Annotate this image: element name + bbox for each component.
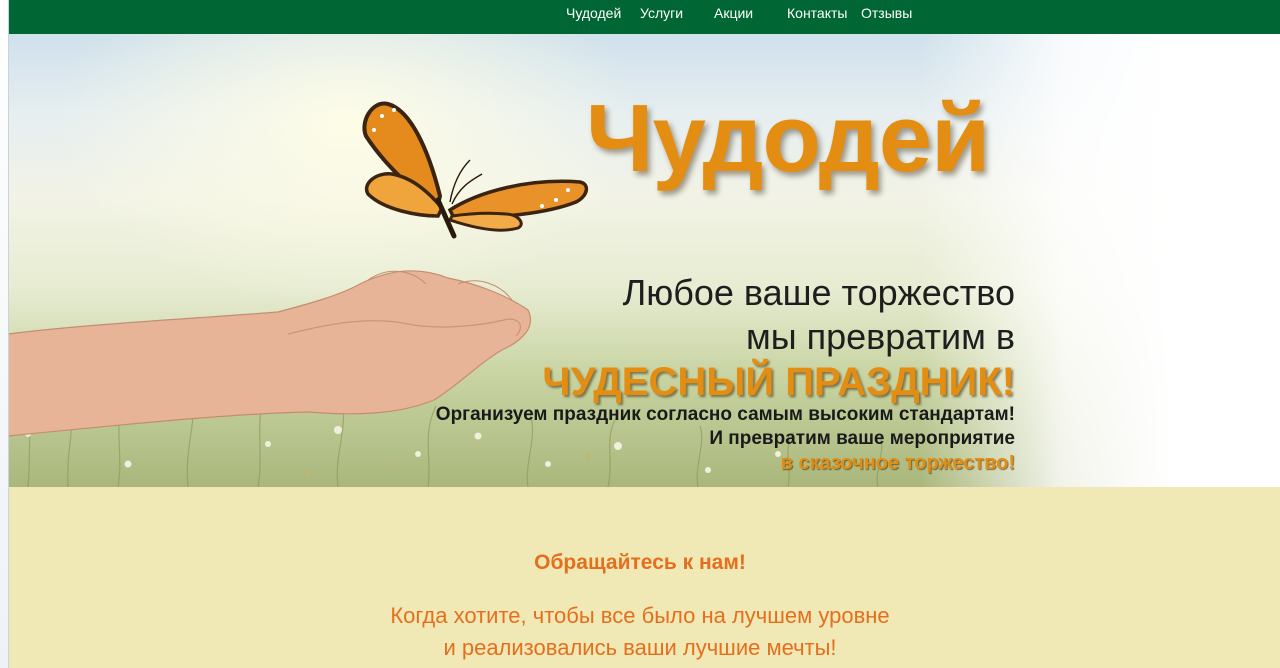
- promo-text-line-2: и реализовались ваши лучшие мечты!: [443, 635, 837, 660]
- promo-heading: Обращайтесь к нам!: [534, 551, 746, 574]
- nav-link-chudodey[interactable]: Чудодей: [566, 5, 621, 21]
- butterfly-illustration: [362, 101, 589, 239]
- hero-banner: Чудодей Любое ваше торжество мы преврати…: [8, 34, 1280, 487]
- nav-link-promotions[interactable]: Акции: [714, 5, 753, 21]
- tagline-highlight: ЧУДЕСНЫЙ ПРАЗДНИК!: [542, 360, 1015, 404]
- tagline-line-1: Любое ваше торжество: [622, 272, 1015, 313]
- nav-link-reviews[interactable]: Отзывы: [861, 5, 912, 21]
- nav-link-services[interactable]: Услуги: [640, 5, 683, 21]
- promo-text-line-1: Когда хотите, чтобы все было на лучшем у…: [390, 603, 890, 628]
- nav-link-contacts[interactable]: Контакты: [787, 5, 847, 21]
- subtagline-line-1: Организуем праздник согласно самым высок…: [435, 404, 1015, 425]
- brand-logo-text: Чудодей: [586, 85, 990, 192]
- window-left-edge: [0, 0, 9, 668]
- subtagline-line-2: И превратим ваше мероприятие: [709, 428, 1015, 449]
- promo-section: Обращайтесь к нам! Когда хотите, чтобы в…: [8, 487, 1280, 668]
- tagline-line-2: мы превратим в: [745, 316, 1015, 357]
- subtagline-highlight: в сказочное торжество!: [780, 452, 1015, 474]
- top-navigation: Чудодей Услуги Акции Контакты Отзывы: [8, 0, 1280, 34]
